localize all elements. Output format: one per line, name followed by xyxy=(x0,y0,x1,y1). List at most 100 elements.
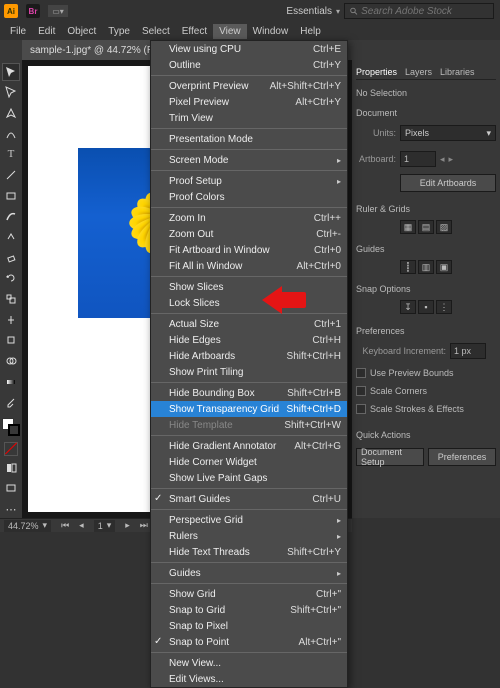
menu-item-guides[interactable]: Guides xyxy=(151,565,347,581)
transparency-grid-icon[interactable]: ▨ xyxy=(436,220,452,234)
edit-artboards-button[interactable]: Edit Artboards xyxy=(400,174,496,192)
scale-tool[interactable] xyxy=(2,290,20,308)
snap-grid-icon[interactable]: ↧ xyxy=(400,300,416,314)
menu-item-hide-artboards[interactable]: Hide ArtboardsShift+Ctrl+H xyxy=(151,348,347,364)
fill-stroke-swatch[interactable] xyxy=(2,418,20,436)
preferences-button[interactable]: Preferences xyxy=(428,448,496,466)
nav-next-icon[interactable]: ▸ xyxy=(125,520,130,531)
menu-item-pixel-preview[interactable]: Pixel PreviewAlt+Ctrl+Y xyxy=(151,94,347,110)
nav-prev-icon[interactable]: ◂ xyxy=(79,520,84,531)
snap-pixel-icon[interactable]: ▪ xyxy=(418,300,434,314)
workspace-switcher[interactable]: Essentials xyxy=(286,6,332,17)
screen-mode-icon[interactable] xyxy=(2,480,20,498)
gradient-tool[interactable] xyxy=(2,373,20,391)
eraser-tool[interactable] xyxy=(2,249,20,267)
menu-edit[interactable]: Edit xyxy=(32,24,61,39)
menu-item-snap-to-grid[interactable]: Snap to GridShift+Ctrl+" xyxy=(151,602,347,618)
artboard-stepper[interactable]: 1 xyxy=(400,151,436,167)
menu-file[interactable]: File xyxy=(4,24,32,39)
menu-item-zoom-out[interactable]: Zoom OutCtrl+- xyxy=(151,226,347,242)
nav-first-icon[interactable]: ⏮ xyxy=(61,520,69,531)
draw-modes-icon[interactable] xyxy=(2,459,20,477)
tab-libraries[interactable]: Libraries xyxy=(440,67,475,77)
menu-type[interactable]: Type xyxy=(102,24,136,39)
menu-item-outline[interactable]: OutlineCtrl+Y xyxy=(151,57,347,73)
menu-select[interactable]: Select xyxy=(136,24,176,39)
menu-item-fit-artboard-in-window[interactable]: Fit Artboard in WindowCtrl+0 xyxy=(151,242,347,258)
shaper-tool[interactable] xyxy=(2,228,20,246)
line-tool[interactable] xyxy=(2,166,20,184)
brush-tool[interactable] xyxy=(2,208,20,226)
menu-item-proof-setup[interactable]: Proof Setup xyxy=(151,173,347,189)
rectangle-tool[interactable] xyxy=(2,187,20,205)
pen-tool[interactable] xyxy=(2,104,20,122)
none-color-icon[interactable] xyxy=(4,442,18,456)
free-transform-tool[interactable] xyxy=(2,332,20,350)
smart-guides-icon[interactable]: ▣ xyxy=(436,260,452,274)
width-tool[interactable] xyxy=(2,311,20,329)
direct-selection-tool[interactable] xyxy=(2,84,20,102)
menu-item-new-view-[interactable]: New View... xyxy=(151,655,347,671)
menu-effect[interactable]: Effect xyxy=(176,24,213,39)
curvature-tool[interactable] xyxy=(2,125,20,143)
menu-window[interactable]: Window xyxy=(247,24,295,39)
menu-item-fit-all-in-window[interactable]: Fit All in WindowAlt+Ctrl+0 xyxy=(151,258,347,274)
menu-item-show-print-tiling[interactable]: Show Print Tiling xyxy=(151,364,347,380)
menu-item-proof-colors[interactable]: Proof Colors xyxy=(151,189,347,205)
selection-tool[interactable] xyxy=(2,63,20,81)
next-artboard-icon[interactable]: ▸ xyxy=(449,154,454,165)
layout-switch-icon[interactable]: ▭▾ xyxy=(48,5,68,17)
menu-item-edit-views-[interactable]: Edit Views... xyxy=(151,671,347,687)
menu-item-show-live-paint-gaps[interactable]: Show Live Paint Gaps xyxy=(151,470,347,486)
guides-lock-icon[interactable]: ▥ xyxy=(418,260,434,274)
zoom-control[interactable]: 44.72%▾ xyxy=(4,520,51,532)
menu-item-actual-size[interactable]: Actual SizeCtrl+1 xyxy=(151,316,347,332)
guides-vis-icon[interactable]: ┋ xyxy=(400,260,416,274)
units-dropdown[interactable]: Pixels▾ xyxy=(400,125,496,141)
stock-search[interactable] xyxy=(344,3,494,19)
shape-builder-tool[interactable] xyxy=(2,352,20,370)
nav-last-icon[interactable]: ⏭ xyxy=(140,520,148,531)
document-setup-button[interactable]: Document Setup xyxy=(356,448,424,466)
menu-item-hide-gradient-annotator[interactable]: Hide Gradient AnnotatorAlt+Ctrl+G xyxy=(151,438,347,454)
menu-view[interactable]: View xyxy=(213,24,247,39)
menu-item-hide-text-threads[interactable]: Hide Text ThreadsShift+Ctrl+Y xyxy=(151,544,347,560)
menu-item-hide-edges[interactable]: Hide EdgesCtrl+H xyxy=(151,332,347,348)
menu-item-show-grid[interactable]: Show GridCtrl+" xyxy=(151,586,347,602)
menu-help[interactable]: Help xyxy=(294,24,327,39)
menu-item-view-using-cpu[interactable]: View using CPUCtrl+E xyxy=(151,41,347,57)
artboard-nav[interactable]: 1 ▾ xyxy=(94,520,116,532)
menu-item-screen-mode[interactable]: Screen Mode xyxy=(151,152,347,168)
chk-preview-bounds[interactable] xyxy=(356,368,366,378)
bridge-icon[interactable]: Br xyxy=(26,4,40,18)
menu-item-hide-bounding-box[interactable]: Hide Bounding BoxShift+Ctrl+B xyxy=(151,385,347,401)
menu-item-show-slices[interactable]: Show Slices xyxy=(151,279,347,295)
menu-item-perspective-grid[interactable]: Perspective Grid xyxy=(151,512,347,528)
tab-properties[interactable]: Properties xyxy=(356,67,397,77)
menu-item-presentation-mode[interactable]: Presentation Mode xyxy=(151,131,347,147)
chk-scale-strokes[interactable] xyxy=(356,404,366,414)
snap-point-icon[interactable]: ⋮ xyxy=(436,300,452,314)
menu-item-hide-corner-widget[interactable]: Hide Corner Widget xyxy=(151,454,347,470)
edit-toolbar-icon[interactable]: ⋯ xyxy=(2,500,20,518)
menu-item-smart-guides[interactable]: ✓Smart GuidesCtrl+U xyxy=(151,491,347,507)
chk-scale-corners[interactable] xyxy=(356,386,366,396)
menu-item-overprint-preview[interactable]: Overprint PreviewAlt+Shift+Ctrl+Y xyxy=(151,78,347,94)
menu-item-zoom-in[interactable]: Zoom InCtrl++ xyxy=(151,210,347,226)
search-input[interactable] xyxy=(361,6,489,17)
grid-icon[interactable]: ▤ xyxy=(418,220,434,234)
menu-item-show-transparency-grid[interactable]: Show Transparency GridShift+Ctrl+D xyxy=(151,401,347,417)
prev-artboard-icon[interactable]: ◂ xyxy=(440,154,445,165)
type-tool[interactable]: T xyxy=(2,146,20,164)
menu-item-trim-view[interactable]: Trim View xyxy=(151,110,347,126)
tab-layers[interactable]: Layers xyxy=(405,67,432,77)
rotate-tool[interactable] xyxy=(2,270,20,288)
menu-item-snap-to-pixel[interactable]: Snap to Pixel xyxy=(151,618,347,634)
menu-item-rulers[interactable]: Rulers xyxy=(151,528,347,544)
kb-increment-field[interactable]: 1 px xyxy=(450,343,486,359)
menu-item-snap-to-point[interactable]: ✓Snap to PointAlt+Ctrl+" xyxy=(151,634,347,650)
eyedropper-tool[interactable] xyxy=(2,394,20,412)
menu-object[interactable]: Object xyxy=(61,24,102,39)
ruler-icon[interactable]: ▦ xyxy=(400,220,416,234)
menu-item-lock-slices[interactable]: Lock Slices xyxy=(151,295,347,311)
